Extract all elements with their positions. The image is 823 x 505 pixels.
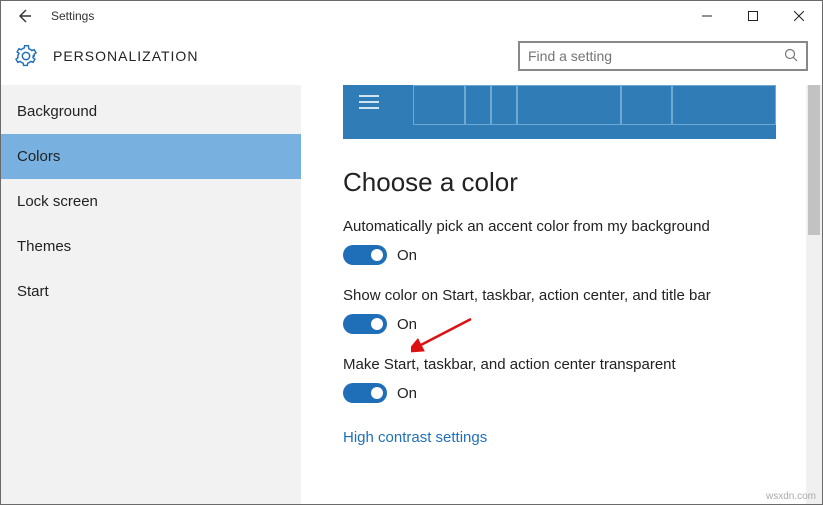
sidebar-item-themes[interactable]: Themes	[1, 224, 301, 269]
search-icon	[784, 48, 798, 65]
sidebar-item-start[interactable]: Start	[1, 269, 301, 314]
minimize-icon	[702, 11, 712, 21]
sidebar-item-background[interactable]: Background	[1, 89, 301, 134]
sidebar-item-label: Background	[17, 103, 97, 120]
toggle-row-transparent: On	[343, 383, 776, 403]
hamburger-icon	[359, 91, 379, 113]
close-icon	[794, 11, 804, 21]
section-heading: Choose a color	[343, 167, 776, 198]
watermark: wsxdn.com	[766, 491, 816, 502]
toggle-accent[interactable]	[343, 245, 387, 265]
sidebar: Background Colors Lock screen Themes Sta…	[1, 85, 301, 504]
toggle-show-color[interactable]	[343, 314, 387, 334]
setting-label-show-color: Show color on Start, taskbar, action cen…	[343, 287, 776, 304]
content-wrap: Choose a color Automatically pick an acc…	[301, 85, 822, 504]
sidebar-item-label: Start	[17, 283, 49, 300]
toggle-state: On	[397, 247, 417, 264]
sidebar-item-lock-screen[interactable]: Lock screen	[1, 179, 301, 224]
content: Choose a color Automatically pick an acc…	[301, 85, 806, 504]
scrollbar-thumb[interactable]	[808, 85, 820, 235]
sidebar-item-label: Themes	[17, 238, 71, 255]
toggle-knob	[371, 387, 383, 399]
toggle-row-accent: On	[343, 245, 776, 265]
minimize-button[interactable]	[684, 1, 730, 31]
settings-window: Settings PERSONALIZATION Background	[0, 0, 823, 505]
scrollbar[interactable]	[806, 85, 822, 504]
close-button[interactable]	[776, 1, 822, 31]
setting-label-accent: Automatically pick an accent color from …	[343, 218, 776, 235]
sidebar-item-label: Colors	[17, 148, 60, 165]
high-contrast-link[interactable]: High contrast settings	[343, 429, 487, 446]
maximize-icon	[748, 11, 758, 21]
back-button[interactable]	[1, 1, 47, 31]
setting-label-transparent: Make Start, taskbar, and action center t…	[343, 356, 776, 373]
toggle-state: On	[397, 385, 417, 402]
preview-image	[343, 85, 776, 139]
toggle-knob	[371, 318, 383, 330]
sidebar-item-colors[interactable]: Colors	[1, 134, 301, 179]
toggle-transparent[interactable]	[343, 383, 387, 403]
toggle-state: On	[397, 316, 417, 333]
back-arrow-icon	[15, 7, 33, 25]
search-box[interactable]	[518, 41, 808, 71]
sidebar-item-label: Lock screen	[17, 193, 98, 210]
maximize-button[interactable]	[730, 1, 776, 31]
gear-icon	[15, 45, 37, 67]
titlebar: Settings	[1, 1, 822, 31]
toggle-knob	[371, 249, 383, 261]
header: PERSONALIZATION	[1, 31, 822, 85]
body: Background Colors Lock screen Themes Sta…	[1, 85, 822, 504]
toggle-row-show-color: On	[343, 314, 776, 334]
page-title: PERSONALIZATION	[53, 48, 198, 64]
search-input[interactable]	[528, 48, 784, 64]
window-title: Settings	[47, 9, 94, 23]
window-controls	[684, 1, 822, 31]
